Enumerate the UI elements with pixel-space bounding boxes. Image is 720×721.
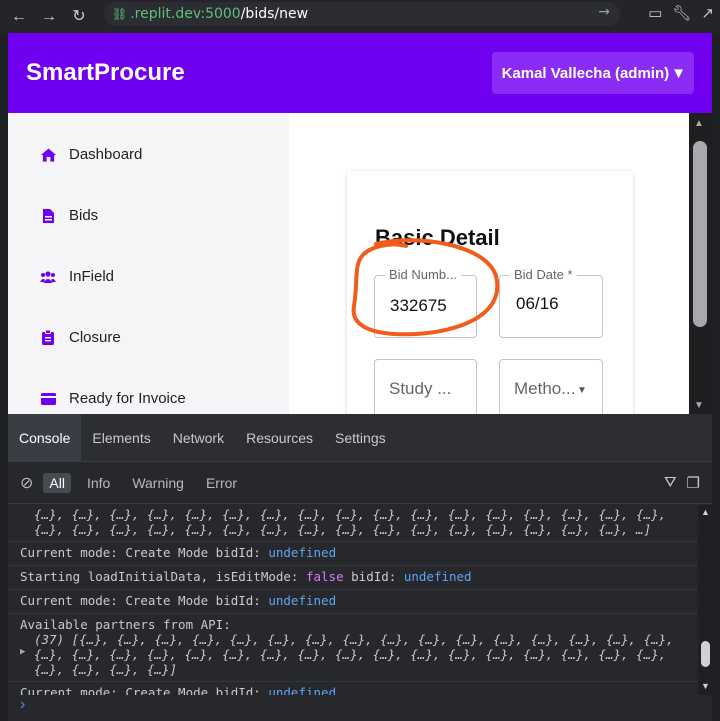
sidebar-item-infield[interactable]: InField xyxy=(40,268,114,285)
external-link-icon[interactable]: ↗ xyxy=(701,4,714,22)
console-output: {…}, {…}, {…}, {…}, {…}, {…}, {…}, {…}, … xyxy=(8,505,698,695)
card-icon xyxy=(40,391,56,407)
sidebar-item-dashboard[interactable]: Dashboard xyxy=(40,146,142,163)
tab-elements[interactable]: Elements xyxy=(81,414,161,462)
monitor-icon[interactable]: ▭ xyxy=(648,4,662,22)
log-entry: Current mode: Create Mode bidId: undefin… xyxy=(8,542,698,566)
home-icon xyxy=(40,147,56,163)
field-value: 06/16 xyxy=(516,294,559,313)
log-text: Current mode: Create Mode bidId: xyxy=(20,685,261,695)
sidebar-item-label: Dashboard xyxy=(69,146,143,163)
brand-title: SmartProcure xyxy=(26,59,185,86)
sidebar-item-ready-for-invoice[interactable]: Ready for Invoice xyxy=(40,390,186,407)
devtools-panel: Console Elements Network Resources Setti… xyxy=(8,413,712,721)
browser-toolbar: ← → ↻ ⛓ .replit.dev:5000 /bids/new → ▭ 🔧… xyxy=(0,0,720,33)
method-select[interactable]: Metho... ▼ xyxy=(499,359,603,414)
scrollbar-thumb[interactable] xyxy=(701,641,710,667)
level-info[interactable]: Info xyxy=(81,473,116,493)
log-value: undefined xyxy=(268,685,337,695)
field-placeholder: Study ... xyxy=(389,379,452,398)
go-arrow-icon[interactable]: → xyxy=(598,4,610,20)
scroll-down-icon[interactable]: ▼ xyxy=(694,400,704,411)
clipboard-icon xyxy=(40,330,56,346)
annotation-circle-icon xyxy=(351,238,500,337)
console-prompt-icon[interactable]: › xyxy=(20,696,25,714)
dropdown-caret-icon: ▼ xyxy=(671,64,686,82)
log-text: {…}, {…}, {…}, {…}, {…}, {…}, {…}, {…}, … xyxy=(34,522,652,537)
log-entry: Current mode: Create Mode bidId: undefin… xyxy=(8,590,698,614)
clear-console-icon[interactable]: ⊘ xyxy=(20,473,33,493)
users-icon xyxy=(40,269,56,285)
tab-resources[interactable]: Resources xyxy=(235,414,324,462)
log-text: bidId: xyxy=(351,569,397,584)
page-scrollbar[interactable]: ▲ ▼ xyxy=(689,113,712,414)
tab-network[interactable]: Network xyxy=(162,414,235,462)
scrollbar-thumb[interactable] xyxy=(693,141,707,327)
sidebar-item-label: Ready for Invoice xyxy=(69,390,186,407)
sidebar-item-label: Bids xyxy=(69,207,99,224)
field-placeholder: Metho... xyxy=(514,379,576,398)
log-text: {…}, {…}, {…}, {…}, {…}, {…}, {…}, {…}, … xyxy=(34,507,667,522)
user-label: Kamal Vallecha (admin) xyxy=(501,64,670,82)
study-field[interactable]: Study ... xyxy=(374,359,477,414)
reload-icon[interactable]: ↻ xyxy=(68,6,90,28)
sidebar-item-label: InField xyxy=(69,268,115,285)
app-window: SmartProcure Kamal Vallecha (admin) ▼ Da… xyxy=(8,33,712,414)
log-text: Starting loadInitialData, isEditMode: xyxy=(20,569,299,584)
log-object[interactable]: {…}, {…}, {…}, {…}] xyxy=(20,662,686,677)
log-entry: Starting loadInitialData, isEditMode: fa… xyxy=(8,566,698,590)
forward-arrow-icon[interactable]: → xyxy=(38,6,60,28)
log-text: Current mode: Create Mode bidId: xyxy=(20,593,261,608)
log-value: undefined xyxy=(268,593,337,608)
bid-date-field[interactable]: Bid Date * 06/16 xyxy=(499,267,603,338)
log-value: false xyxy=(305,569,344,584)
console-filter-bar: ⊘ All Info Warning Error xyxy=(8,462,712,504)
app-header: SmartProcure Kamal Vallecha (admin) ▼ xyxy=(8,33,712,113)
wrench-icon[interactable]: 🔧︎ xyxy=(672,4,691,22)
document-icon xyxy=(40,208,56,224)
log-text: Current mode: Create Mode bidId: xyxy=(20,545,261,560)
devtools-tabs: Console Elements Network Resources Setti… xyxy=(8,413,712,462)
link-icon: ⛓ xyxy=(112,7,128,21)
log-object[interactable]: {…}, {…}, {…}, {…}, {…}, {…}, {…}, {…}, … xyxy=(20,647,686,662)
user-menu-button[interactable]: Kamal Vallecha (admin) ▼ xyxy=(491,52,694,94)
expand-triangle-icon[interactable]: ▶ xyxy=(20,647,25,657)
scroll-up-icon[interactable]: ▲ xyxy=(694,118,704,129)
sidebar-item-label: Closure xyxy=(69,329,121,346)
tab-console[interactable]: Console xyxy=(8,413,82,462)
scroll-up-icon[interactable]: ▲ xyxy=(701,507,710,517)
log-entry: Current mode: Create Mode bidId: undefin… xyxy=(8,682,698,695)
dropdown-caret-icon: ▼ xyxy=(577,385,587,396)
log-value: undefined xyxy=(403,569,472,584)
level-error[interactable]: Error xyxy=(200,473,243,493)
url-path: /bids/new xyxy=(240,6,309,22)
tab-settings[interactable]: Settings xyxy=(324,414,397,462)
level-all[interactable]: All xyxy=(43,472,71,493)
back-arrow-icon[interactable]: ← xyxy=(8,6,30,28)
log-object[interactable]: (37) [{…}, {…}, {…}, {…}, {…}, {…}, {…},… xyxy=(20,632,686,647)
field-label: Bid Date * xyxy=(510,267,577,282)
level-warning[interactable]: Warning xyxy=(126,473,190,493)
scroll-down-icon[interactable]: ▼ xyxy=(701,681,710,691)
sidebar: Dashboard Bids InField Closure Ready for… xyxy=(8,113,289,414)
log-entry: {…}, {…}, {…}, {…}, {…}, {…}, {…}, {…}, … xyxy=(8,505,698,542)
copy-icon[interactable]: ❐ xyxy=(687,474,700,492)
url-host: .replit.dev:5000 xyxy=(130,6,241,22)
filter-icon[interactable]: ⛛ xyxy=(664,474,677,492)
sidebar-item-closure[interactable]: Closure xyxy=(40,329,121,346)
log-value: undefined xyxy=(268,545,337,560)
address-bar[interactable]: ⛓ .replit.dev:5000 /bids/new → xyxy=(104,2,620,26)
log-entry: Available partners from API: (37) [{…}, … xyxy=(8,614,698,682)
sidebar-item-bids[interactable]: Bids xyxy=(40,207,98,224)
console-scrollbar[interactable]: ▲ ▼ xyxy=(698,505,712,695)
log-text: Available partners from API: xyxy=(20,617,231,632)
